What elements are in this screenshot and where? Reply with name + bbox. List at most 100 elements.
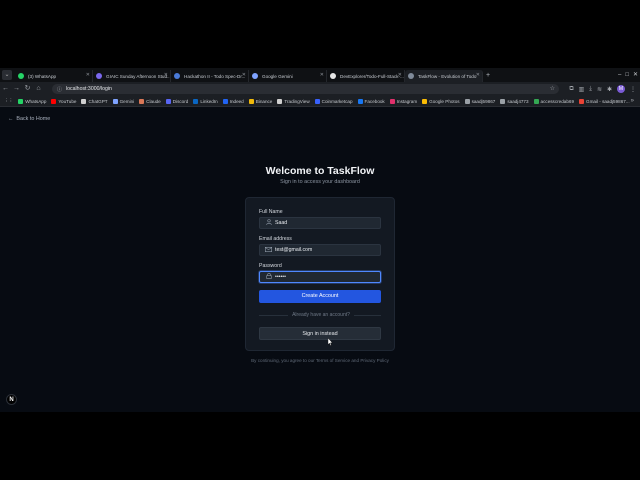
page-subtitle: Sign in to access your dashboard: [280, 179, 360, 185]
bookmark-favicon-icon: [193, 98, 199, 104]
tab-search-icon[interactable]: ⌄: [2, 70, 12, 80]
bookmark-favicon-icon: [277, 98, 283, 104]
bookmark-label: Indeed: [229, 98, 244, 104]
browser-tab[interactable]: Hackathon II - Todo Spec-Dr... ✕: [171, 70, 249, 82]
tab-close-icon[interactable]: ✕: [398, 72, 402, 78]
bookmark-item[interactable]: WhatsApp: [18, 98, 46, 104]
tab-title: Google Gemini: [262, 73, 293, 79]
sign-in-instead-button[interactable]: Sign in instead: [259, 327, 381, 340]
email-field[interactable]: [259, 244, 381, 256]
back-to-home-label: Back to Home: [16, 116, 51, 122]
bookmark-favicon-icon: [139, 98, 145, 104]
bookmark-star-icon[interactable]: ☆: [550, 85, 555, 92]
page-title: Welcome to TaskFlow: [265, 165, 375, 177]
tab-favicon-icon: [408, 73, 414, 79]
bookmark-item[interactable]: Claude: [139, 98, 161, 104]
bookmark-item[interactable]: Gemini: [112, 98, 134, 104]
bookmark-favicon-icon: [357, 98, 363, 104]
puzzle-icon[interactable]: ✱: [607, 86, 612, 93]
browser-tab[interactable]: (3) WhatsApp ✕: [15, 70, 93, 82]
bookmark-favicon-icon: [81, 98, 87, 104]
profile-avatar[interactable]: M: [617, 85, 625, 93]
browser-toolbar: ← → ↻ ⌂ ⓘ ☆ ⧉ ▥ ⤓ ≋ ✱ M ⋮: [0, 82, 640, 96]
address-bar[interactable]: ⓘ ☆: [52, 84, 559, 94]
bookmark-favicon-icon: [248, 98, 254, 104]
browser-menu-icon[interactable]: ⋮: [630, 86, 636, 93]
terms-of-service-link[interactable]: Terms of Service: [316, 358, 350, 363]
bookmark-item[interactable]: LinkedIn: [193, 98, 218, 104]
bookmark-item[interactable]: saadj59867: [464, 98, 496, 104]
browser-tab[interactable]: TaskFlow - Evolution of Todo ✕: [405, 70, 483, 82]
more-bookmarks-icon[interactable]: »: [631, 96, 634, 106]
toolbar-actions: ⧉ ▥ ⤓ ≋ ✱ M ⋮: [569, 82, 636, 96]
browser-tab[interactable]: DevExplorer/Todo-Full-Stack-... ✕: [327, 70, 405, 82]
password-field[interactable]: [259, 271, 381, 283]
bookmark-item[interactable]: Indeed: [222, 98, 244, 104]
bookmark-label: YouTube: [58, 98, 77, 104]
bookmark-item[interactable]: Coinmarketcap: [314, 98, 353, 104]
reload-icon[interactable]: ↻: [22, 82, 33, 96]
privacy-policy-link[interactable]: Privacy Policy: [360, 358, 389, 363]
site-info-icon[interactable]: ⓘ: [57, 86, 62, 93]
screen: ⌄ (3) WhatsApp ✕ GIAIC Sunday Afternoon St…: [0, 0, 640, 480]
back-to-home-link[interactable]: ← Back to Home: [8, 116, 50, 122]
tab-favicon-icon: [252, 73, 258, 79]
tab-title: Hackathon II - Todo Spec-Dr...: [184, 73, 246, 79]
bookmark-item[interactable]: YouTube: [51, 98, 77, 104]
download-icon[interactable]: ⤓: [589, 86, 592, 93]
tab-close-icon[interactable]: ✕: [164, 72, 168, 78]
password-label: Password: [259, 263, 282, 269]
forward-nav-icon[interactable]: →: [11, 82, 22, 96]
bookmarks-bar: ⋮⋮ WhatsApp YouTube ChatGPT Gemini Claude Dis…: [0, 96, 640, 107]
bookmark-label: Discord: [172, 98, 189, 104]
bookmark-item[interactable]: Google Photos: [422, 98, 460, 104]
password-input[interactable]: [275, 274, 375, 280]
browser-tab[interactable]: GIAIC Sunday Afternoon Stud... ✕: [93, 70, 171, 82]
apps-icon[interactable]: ⋮⋮: [4, 98, 13, 104]
bookmark-item[interactable]: TradingView: [277, 98, 310, 104]
bookmark-favicon-icon: [533, 98, 539, 104]
bookmark-item[interactable]: accesscredab69: [533, 98, 574, 104]
tab-close-icon[interactable]: ✕: [476, 72, 480, 78]
browser-tab[interactable]: Google Gemini ✕: [249, 70, 327, 82]
full-name-input[interactable]: [275, 220, 375, 226]
bookmark-item[interactable]: ChatGPT: [81, 98, 108, 104]
bookmark-favicon-icon: [18, 98, 24, 104]
extensions-icon[interactable]: ⧉: [569, 86, 573, 93]
new-tab-icon[interactable]: +: [483, 72, 493, 79]
bookmark-item[interactable]: Instagram: [389, 98, 417, 104]
back-nav-icon[interactable]: ←: [0, 82, 11, 96]
bookmark-label: saadj4773: [507, 98, 529, 104]
bookmark-item[interactable]: Binance: [248, 98, 272, 104]
home-icon[interactable]: ⌂: [33, 82, 44, 96]
email-label: Email address: [259, 236, 292, 242]
bookmark-item[interactable]: Facebook: [357, 98, 385, 104]
bookmark-item[interactable]: Discord: [165, 98, 189, 104]
bookmark-favicon-icon: [222, 98, 228, 104]
tab-close-icon[interactable]: ✕: [320, 72, 324, 78]
bookmark-favicon-icon: [51, 98, 57, 104]
bookmark-label: saadj59867: [471, 98, 496, 104]
tab-favicon-icon: [174, 73, 180, 79]
translate-icon[interactable]: ≋: [597, 86, 602, 93]
bookmark-item[interactable]: saadj4773: [500, 98, 529, 104]
bookmark-item[interactable]: Gmail - saadj59867...: [579, 98, 630, 104]
sidebar-icon[interactable]: ▥: [579, 86, 585, 93]
tab-close-icon[interactable]: ✕: [86, 72, 90, 78]
email-input[interactable]: [275, 247, 375, 253]
minimize-icon[interactable]: –: [618, 68, 621, 82]
terms-and: and: [351, 358, 360, 363]
browser-window: ⌄ (3) WhatsApp ✕ GIAIC Sunday Afternoon St…: [0, 68, 640, 412]
user-icon: [265, 219, 272, 227]
mail-icon: [265, 246, 273, 254]
bookmark-favicon-icon: [165, 98, 171, 104]
nextjs-dev-badge[interactable]: N: [6, 394, 17, 405]
tab-close-icon[interactable]: ✕: [242, 72, 246, 78]
close-window-icon[interactable]: ✕: [633, 68, 638, 82]
url-input[interactable]: [66, 86, 367, 92]
create-account-button[interactable]: Create Account: [259, 290, 381, 303]
tab-title: DevExplorer/Todo-Full-Stack-...: [340, 73, 404, 79]
bookmark-favicon-icon: [500, 98, 506, 104]
full-name-field[interactable]: [259, 217, 381, 229]
maximize-icon[interactable]: □: [625, 68, 629, 82]
